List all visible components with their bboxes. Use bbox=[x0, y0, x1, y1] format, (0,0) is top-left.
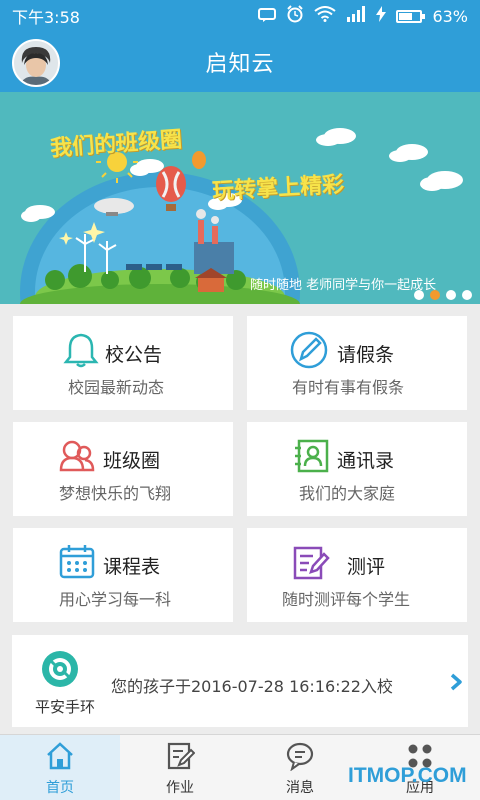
card-subtitle: 有时有事有假条 bbox=[292, 378, 405, 397]
wifi-icon bbox=[314, 6, 337, 26]
card-title: 通讯录 bbox=[337, 450, 395, 472]
user-avatar[interactable] bbox=[12, 39, 60, 87]
tab-home[interactable]: 首页 bbox=[0, 735, 120, 800]
carousel-dot[interactable] bbox=[462, 290, 472, 300]
carousel-dot[interactable] bbox=[446, 290, 456, 300]
card-title: 请假条 bbox=[337, 344, 395, 366]
carousel-dot[interactable] bbox=[414, 290, 424, 300]
charging-icon bbox=[376, 6, 387, 26]
wristband-icon bbox=[40, 649, 80, 689]
app-header: 启知云 bbox=[0, 32, 480, 92]
card-title: 测评 bbox=[347, 556, 386, 578]
banner-subtitle: 随时随地 老师同学与你一起成长 bbox=[250, 278, 437, 293]
bell-icon bbox=[61, 330, 101, 370]
tab-label: 首页 bbox=[46, 780, 74, 796]
alarm-icon bbox=[286, 5, 304, 27]
group-icon bbox=[57, 436, 97, 476]
home-icon bbox=[45, 741, 75, 771]
message-bubble-icon bbox=[285, 741, 315, 772]
card-subtitle: 随时测评每个学生 bbox=[282, 590, 411, 609]
tab-label: 作业 bbox=[166, 780, 194, 796]
notice-card[interactable]: 校公告 校园最新动态 bbox=[13, 316, 233, 410]
card-subtitle: 用心学习每一科 bbox=[59, 590, 172, 609]
wristband-notification[interactable]: 平安手环 您的孩子于2016-07-28 16:16:22入校 bbox=[12, 635, 468, 727]
card-title: 班级圈 bbox=[103, 450, 161, 472]
tab-homework[interactable]: 作业 bbox=[120, 735, 240, 800]
test-edit-icon bbox=[291, 542, 331, 582]
tab-messages[interactable]: 消息 bbox=[240, 735, 360, 800]
status-icons: 63% bbox=[258, 5, 468, 27]
app-title: 启知云 bbox=[205, 52, 275, 77]
card-title: 课程表 bbox=[103, 556, 161, 578]
leave-card[interactable]: 请假条 有时有事有假条 bbox=[247, 316, 467, 410]
pen-icon bbox=[289, 330, 329, 370]
evaluation-card[interactable]: 测评 随时测评每个学生 bbox=[247, 528, 467, 622]
card-subtitle: 我们的大家庭 bbox=[299, 484, 396, 503]
card-subtitle: 梦想快乐的飞翔 bbox=[59, 484, 172, 503]
message-icon bbox=[258, 7, 277, 26]
signal-icon bbox=[346, 6, 366, 26]
contacts-card[interactable]: 通讯录 我们的大家庭 bbox=[247, 422, 467, 516]
contacts-icon bbox=[291, 436, 331, 476]
carousel-dots bbox=[414, 290, 472, 300]
watermark: ITMOP.COM bbox=[348, 764, 467, 787]
card-subtitle: 校园最新动态 bbox=[68, 378, 165, 397]
card-title: 校公告 bbox=[105, 344, 163, 366]
carousel-dot[interactable] bbox=[430, 290, 440, 300]
battery-percent: 63% bbox=[432, 6, 468, 26]
calendar-icon bbox=[57, 542, 97, 582]
status-bar: 下午3:58 63% bbox=[0, 0, 480, 32]
banner-carousel[interactable]: 我们的班级圈 玩转掌上精彩 随时随地 老师同学与你一起成长 bbox=[0, 92, 480, 304]
homework-icon bbox=[165, 741, 196, 771]
schedule-card[interactable]: 课程表 用心学习每一科 bbox=[13, 528, 233, 622]
status-time: 下午3:58 bbox=[12, 8, 80, 27]
chevron-right-icon[interactable] bbox=[448, 673, 464, 691]
class-circle-card[interactable]: 班级圈 梦想快乐的飞翔 bbox=[13, 422, 233, 516]
notification-message: 您的孩子于2016-07-28 16:16:22入校 bbox=[111, 677, 393, 696]
wristband-label: 平安手环 bbox=[34, 698, 95, 716]
battery-icon bbox=[396, 9, 426, 23]
tab-label: 消息 bbox=[286, 780, 314, 796]
